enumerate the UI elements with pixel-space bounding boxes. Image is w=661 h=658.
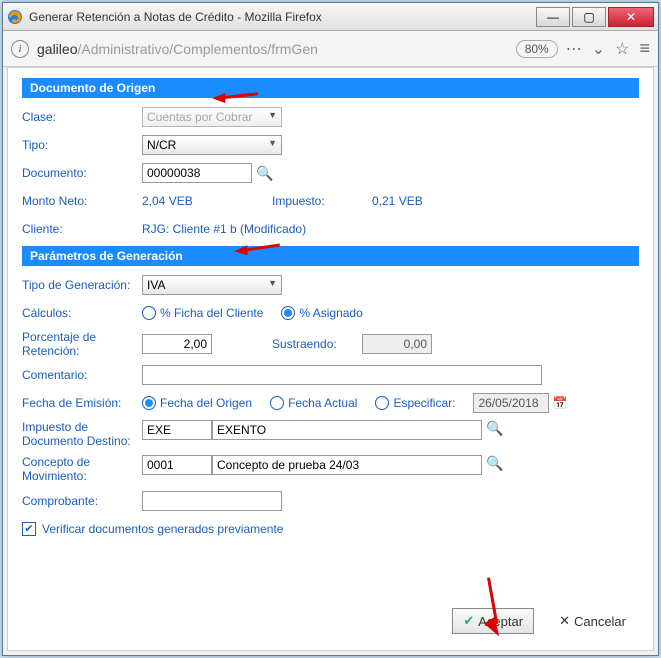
- row-cliente: Cliente: RJG: Cliente #1 b (Modificado): [22, 218, 639, 240]
- impdoc-desc-input[interactable]: [212, 420, 482, 440]
- radio-origen-icon: [142, 396, 156, 410]
- site-info-icon[interactable]: i: [11, 40, 29, 58]
- window-title: Generar Retención a Notas de Crédito - M…: [29, 10, 534, 24]
- sustraendo-label: Sustraendo:: [272, 337, 362, 351]
- impdoc-code-input[interactable]: [142, 420, 212, 440]
- radio-fecha-actual[interactable]: Fecha Actual: [270, 396, 357, 410]
- firefox-icon: [7, 9, 23, 25]
- sustraendo-input: [362, 334, 432, 354]
- cliente-label: Cliente:: [22, 222, 142, 236]
- more-icon[interactable]: ⋯: [566, 39, 582, 59]
- checkbox-icon: ✔: [22, 522, 36, 536]
- comprobante-input[interactable]: [142, 491, 282, 511]
- concepto-code-input[interactable]: [142, 455, 212, 475]
- clase-select[interactable]: Cuentas por Cobrar: [142, 107, 282, 127]
- documento-label: Documento:: [22, 166, 142, 180]
- pct-input[interactable]: [142, 334, 212, 354]
- url-display[interactable]: galileo/Administrativo/Complementos/frmG…: [37, 41, 508, 57]
- radio-fecha-origen[interactable]: Fecha del Origen: [142, 396, 252, 410]
- cancelar-button[interactable]: ✕ Cancelar: [548, 608, 637, 634]
- maximize-button[interactable]: ▢: [572, 7, 606, 27]
- row-fecha: Fecha de Emisión: Fecha del Origen Fecha…: [22, 392, 639, 414]
- row-comprobante: Comprobante:: [22, 490, 639, 512]
- radio-actual-icon: [270, 396, 284, 410]
- radio-asignado-icon: [281, 306, 295, 320]
- concepto-search-icon[interactable]: 🔍: [486, 455, 503, 472]
- radio-fecha-especificar[interactable]: Especificar:: [375, 396, 455, 410]
- row-pct: Porcentaje de Retención: Sustraendo:: [22, 330, 639, 358]
- section-origen-header: Documento de Origen: [22, 78, 639, 98]
- row-concepto: Concepto de Movimiento: 🔍: [22, 455, 639, 484]
- row-clase: Clase: Cuentas por Cobrar: [22, 106, 639, 128]
- pct-label: Porcentaje de Retención:: [22, 330, 142, 358]
- concepto-desc-input[interactable]: [212, 455, 482, 475]
- url-host: galileo: [37, 41, 77, 57]
- clase-label: Clase:: [22, 110, 142, 124]
- browser-window: Generar Retención a Notas de Crédito - M…: [2, 2, 659, 656]
- url-path: /Administrativo/Complementos/frmGen: [77, 41, 317, 57]
- action-buttons: ✔ Aceptar ✕ Cancelar: [452, 608, 637, 634]
- impdoc-label: Impuesto de Documento Destino:: [22, 420, 142, 449]
- tipo-label: Tipo:: [22, 138, 142, 152]
- radio-especificar-icon: [375, 396, 389, 410]
- calculos-label: Cálculos:: [22, 306, 142, 320]
- zoom-badge[interactable]: 80%: [516, 40, 558, 58]
- radio-ficha-icon: [142, 306, 156, 320]
- row-monto: Monto Neto: 2,04 VEB Impuesto: 0,21 VEB: [22, 190, 639, 212]
- impdoc-search-icon[interactable]: 🔍: [486, 420, 503, 437]
- impuesto-label: Impuesto:: [272, 194, 372, 208]
- row-tipo: Tipo: N/CR: [22, 134, 639, 156]
- cliente-value: RJG: Cliente #1 b (Modificado): [142, 222, 306, 236]
- window-buttons: — ▢ ✕: [534, 7, 654, 27]
- verificar-checkbox[interactable]: ✔ Verificar documentos generados previam…: [22, 522, 639, 536]
- row-calculos: Cálculos: % Ficha del Cliente % Asignado: [22, 302, 639, 324]
- close-button[interactable]: ✕: [608, 7, 654, 27]
- comentario-label: Comentario:: [22, 368, 142, 382]
- aceptar-label: Aceptar: [478, 614, 523, 629]
- row-impdoc: Impuesto de Documento Destino: 🔍: [22, 420, 639, 449]
- fecha-field: 📅: [473, 393, 567, 413]
- tipogen-label: Tipo de Generación:: [22, 278, 142, 292]
- comprobante-label: Comprobante:: [22, 494, 142, 508]
- page-content: Documento de Origen Clase: Cuentas por C…: [7, 67, 654, 651]
- documento-search-icon[interactable]: 🔍: [256, 165, 273, 182]
- toolbar-icons: ⋯ ⌄ ☆ ≡: [566, 38, 650, 59]
- titlebar: Generar Retención a Notas de Crédito - M…: [3, 3, 658, 31]
- pocket-icon[interactable]: ⌄: [592, 39, 605, 59]
- monto-value: 2,04 VEB: [142, 194, 272, 208]
- radio-ficha[interactable]: % Ficha del Cliente: [142, 306, 263, 320]
- comentario-input[interactable]: [142, 365, 542, 385]
- impuesto-value: 0,21 VEB: [372, 194, 423, 208]
- radio-asignado[interactable]: % Asignado: [281, 306, 362, 320]
- minimize-button[interactable]: —: [536, 7, 570, 27]
- x-icon: ✕: [559, 613, 570, 629]
- row-documento: Documento: 🔍: [22, 162, 639, 184]
- section-params-header: Parámetros de Generación: [22, 246, 639, 266]
- row-tipogen: Tipo de Generación: IVA: [22, 274, 639, 296]
- aceptar-button[interactable]: ✔ Aceptar: [452, 608, 534, 634]
- fecha-label: Fecha de Emisión:: [22, 396, 142, 410]
- monto-label: Monto Neto:: [22, 194, 142, 208]
- hamburger-icon[interactable]: ≡: [639, 38, 650, 59]
- row-comentario: Comentario:: [22, 364, 639, 386]
- tipogen-select[interactable]: IVA: [142, 275, 282, 295]
- address-bar: i galileo/Administrativo/Complementos/fr…: [3, 31, 658, 67]
- documento-input[interactable]: [142, 163, 252, 183]
- concepto-label: Concepto de Movimiento:: [22, 455, 142, 484]
- calendar-icon[interactable]: 📅: [552, 396, 567, 410]
- cancelar-label: Cancelar: [574, 614, 626, 629]
- tipo-select[interactable]: N/CR: [142, 135, 282, 155]
- bookmark-icon[interactable]: ☆: [615, 39, 629, 59]
- verificar-label: Verificar documentos generados previamen…: [42, 522, 283, 536]
- check-icon: ✔: [463, 613, 474, 629]
- fecha-input[interactable]: [473, 393, 549, 413]
